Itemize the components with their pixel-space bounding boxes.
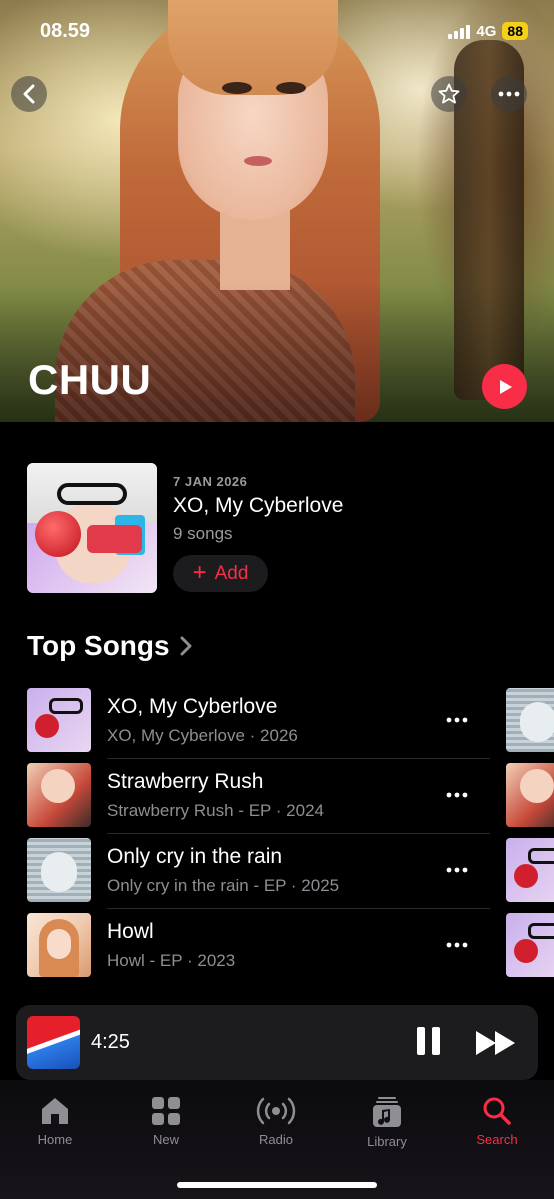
battery-level: 88 xyxy=(502,22,528,40)
network-type: 4G xyxy=(476,22,497,40)
song-title: Only cry in the rain xyxy=(107,845,283,868)
add-release-button[interactable]: + Add xyxy=(173,555,268,592)
home-icon xyxy=(42,1098,68,1124)
divider xyxy=(107,758,490,759)
play-artist-button[interactable] xyxy=(482,364,527,409)
song-title: Howl xyxy=(107,920,154,943)
plus-icon: + xyxy=(192,558,207,586)
next-column-artwork[interactable] xyxy=(506,763,554,827)
ellipsis-icon xyxy=(446,942,468,948)
ellipsis-icon xyxy=(446,717,468,723)
song-artwork xyxy=(27,763,91,827)
song-more-button[interactable] xyxy=(441,706,473,734)
now-playing-artwork xyxy=(27,1016,80,1069)
song-subtitle: Howl - EP · 2023 xyxy=(107,951,236,970)
more-options-button[interactable] xyxy=(491,76,527,112)
fast-forward-button[interactable] xyxy=(474,1029,518,1057)
tab-radio[interactable]: Radio xyxy=(231,1096,321,1147)
add-button-label: Add xyxy=(214,562,249,584)
song-row[interactable]: Strawberry Rush Strawberry Rush - EP · 2… xyxy=(27,763,490,838)
tab-label: Library xyxy=(367,1134,407,1149)
release-song-count: 9 songs xyxy=(173,524,233,543)
tab-home[interactable]: Home xyxy=(10,1096,100,1147)
library-icon xyxy=(373,1097,401,1127)
tab-label: Radio xyxy=(259,1132,293,1147)
status-time: 08.59 xyxy=(40,20,91,42)
song-row[interactable]: Howl Howl - EP · 2023 xyxy=(27,913,490,988)
tab-search[interactable]: Search xyxy=(452,1096,542,1147)
tab-label: New xyxy=(152,1132,179,1147)
song-subtitle: Only cry in the rain - EP · 2025 xyxy=(107,876,340,895)
song-subtitle: XO, My Cyberlove · 2026 xyxy=(107,726,298,745)
radio-icon xyxy=(256,1097,296,1125)
tab-new[interactable]: New xyxy=(121,1096,211,1147)
now-playing-time: 4:25 xyxy=(91,1031,130,1053)
song-artwork xyxy=(27,838,91,902)
home-indicator xyxy=(177,1182,377,1188)
play-icon xyxy=(499,379,512,394)
release-date: 7 JAN 2026 xyxy=(173,474,248,489)
grid-icon xyxy=(152,1097,180,1125)
song-artwork xyxy=(27,688,91,752)
song-title: XO, My Cyberlove xyxy=(107,695,278,718)
search-icon xyxy=(483,1097,511,1125)
tab-library[interactable]: Library xyxy=(342,1096,432,1149)
artist-name: CHUU xyxy=(28,356,152,403)
top-songs-header[interactable]: Top Songs xyxy=(27,630,192,662)
song-more-button[interactable] xyxy=(441,781,473,809)
release-title[interactable]: XO, My Cyberlove xyxy=(173,494,343,518)
chevron-left-icon xyxy=(23,84,35,104)
star-icon xyxy=(438,83,460,104)
tab-label: Home xyxy=(37,1132,73,1147)
pause-button[interactable] xyxy=(413,1027,443,1057)
divider xyxy=(107,908,490,909)
song-artwork xyxy=(27,913,91,977)
ellipsis-icon xyxy=(446,867,468,873)
signal-icon xyxy=(448,23,471,39)
next-column-artwork[interactable] xyxy=(506,838,554,902)
ellipsis-icon xyxy=(498,91,520,97)
top-songs-title: Top Songs xyxy=(27,630,170,661)
latest-release-artwork[interactable] xyxy=(27,463,157,593)
song-row[interactable]: Only cry in the rain Only cry in the rai… xyxy=(27,838,490,913)
favorite-button[interactable] xyxy=(431,76,467,112)
status-indicators: 4G 88 xyxy=(448,22,528,40)
back-button[interactable] xyxy=(11,76,47,112)
next-column-artwork[interactable] xyxy=(506,913,554,977)
next-column-artwork[interactable] xyxy=(506,688,554,752)
song-title: Strawberry Rush xyxy=(107,770,264,793)
ellipsis-icon xyxy=(446,792,468,798)
song-more-button[interactable] xyxy=(441,856,473,884)
song-more-button[interactable] xyxy=(441,931,473,959)
tab-label: Search xyxy=(476,1132,518,1147)
pause-icon xyxy=(416,1027,425,1055)
song-subtitle: Strawberry Rush - EP · 2024 xyxy=(107,801,324,820)
chevron-right-icon xyxy=(180,636,192,656)
divider xyxy=(107,833,490,834)
song-row[interactable]: XO, My Cyberlove XO, My Cyberlove · 2026 xyxy=(27,688,490,763)
mini-player[interactable]: 4:25 xyxy=(16,1005,538,1080)
